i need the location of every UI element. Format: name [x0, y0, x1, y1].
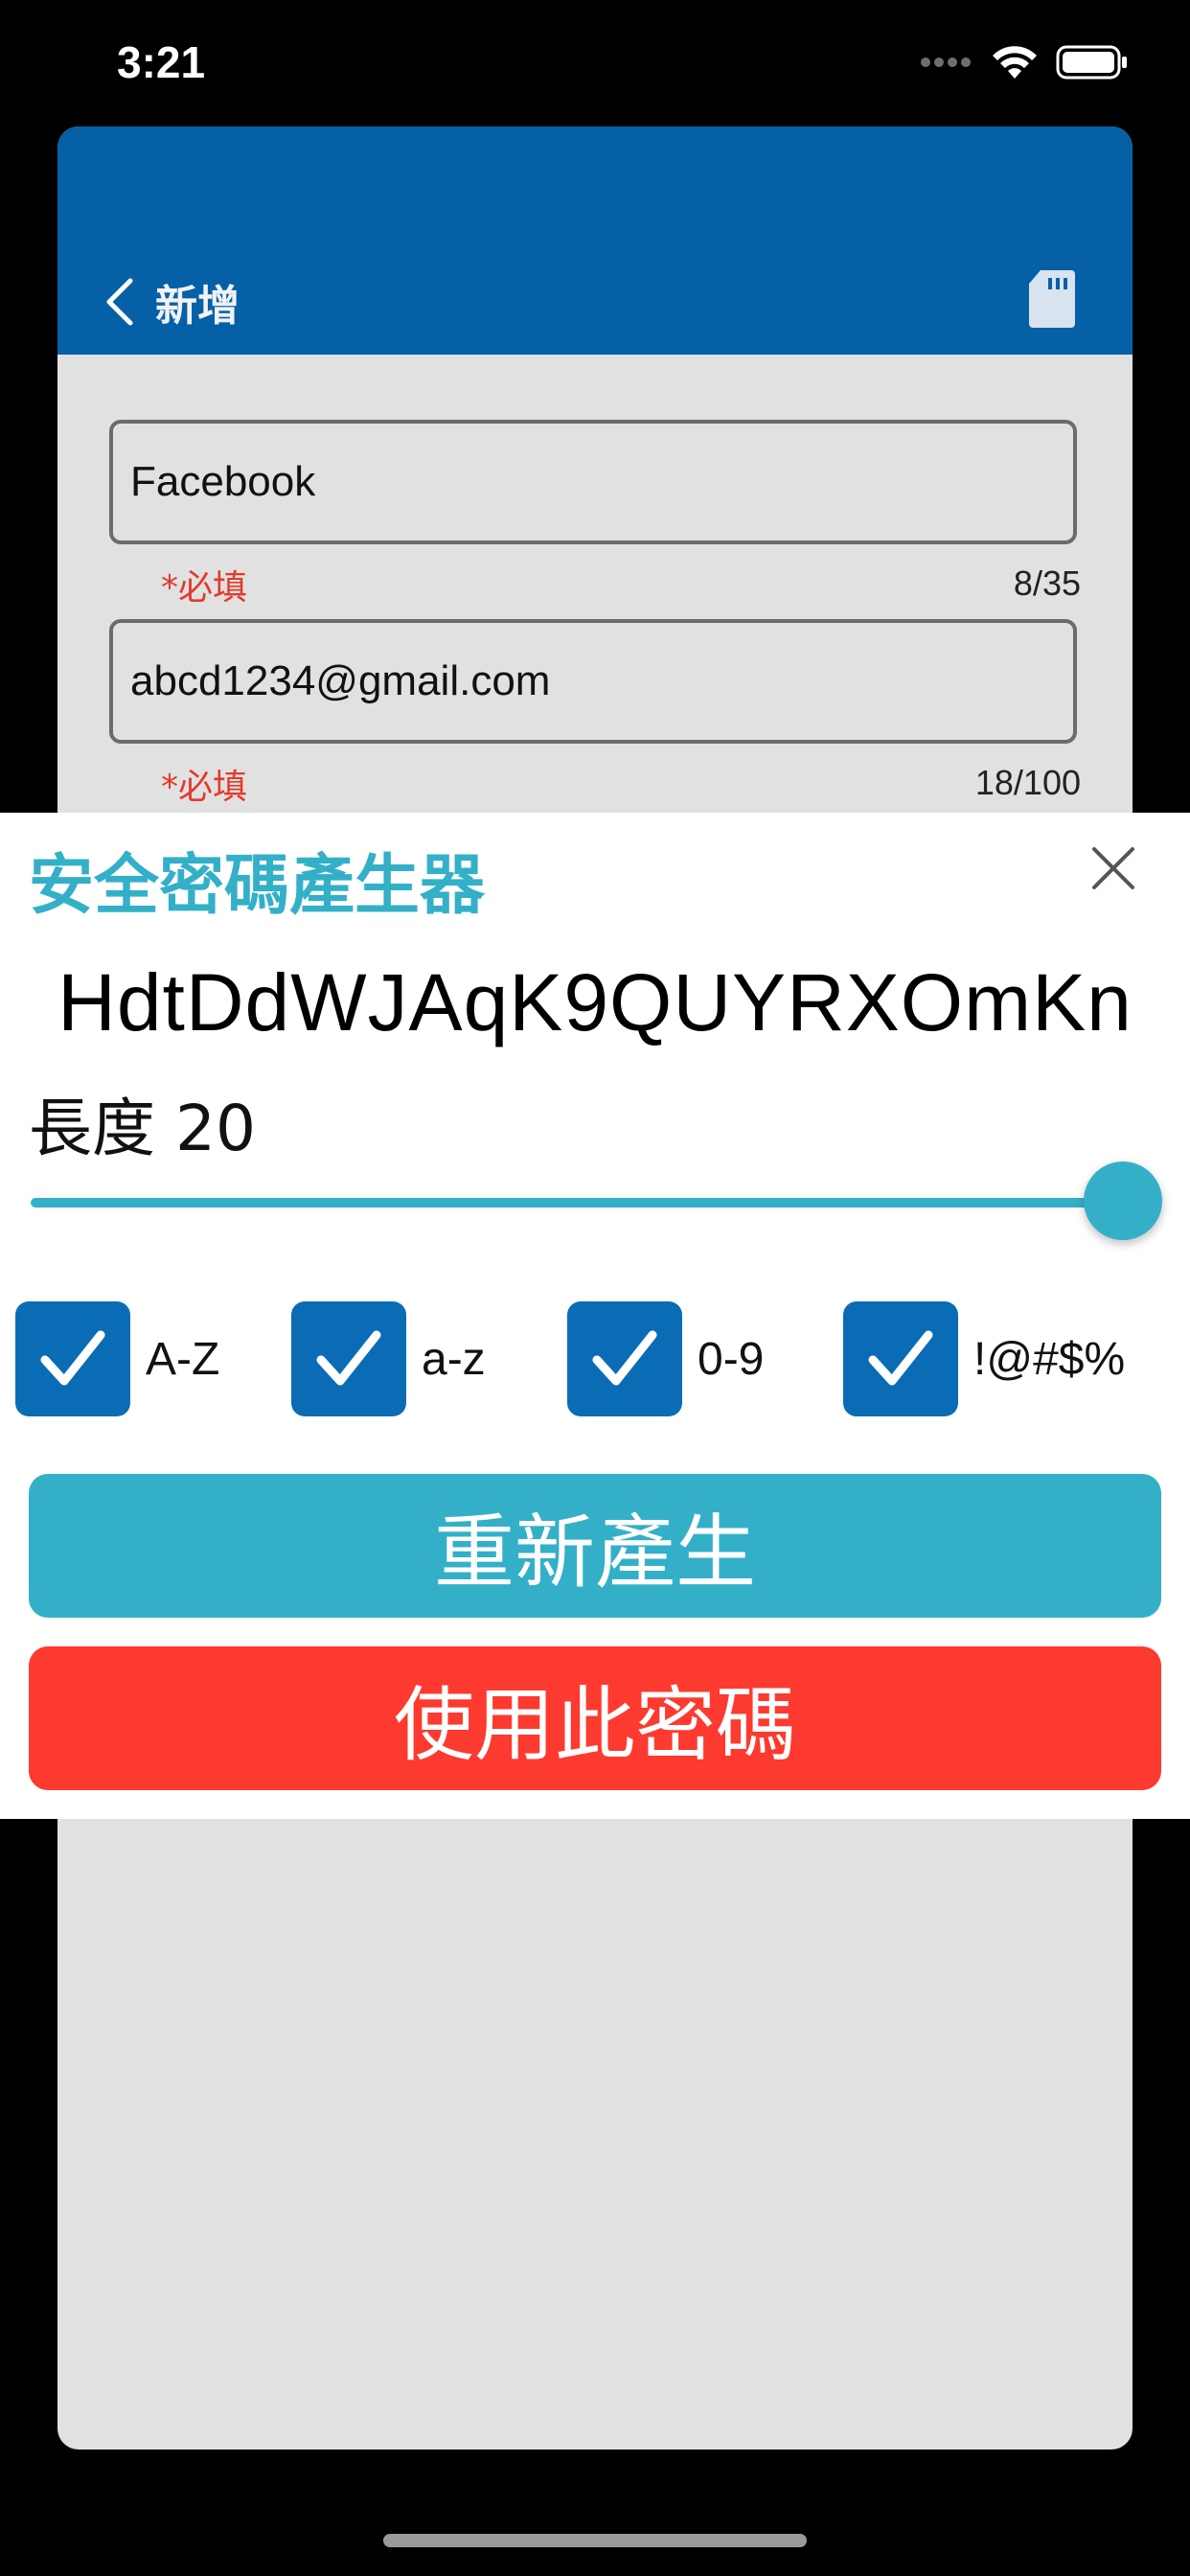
- close-icon[interactable]: [1087, 841, 1140, 895]
- site-name-field[interactable]: [109, 420, 1077, 544]
- app-screen: 3:21 新增 Facebook *必填 8/35 abcd1234@gmail…: [0, 0, 1190, 2576]
- status-time: 3:21: [117, 37, 206, 87]
- use-password-button[interactable]: 使用此密碼: [29, 1646, 1161, 1790]
- checkbox-symbols[interactable]: [843, 1301, 958, 1416]
- checkmark-icon: [868, 1330, 933, 1386]
- site-name-required-label: *必填: [161, 568, 248, 608]
- signal-dots-icon: [921, 58, 971, 67]
- status-icons: [920, 38, 1129, 86]
- option-symbols[interactable]: !@#$%: [843, 1301, 1125, 1416]
- account-input[interactable]: [128, 656, 1073, 706]
- sd-card-icon[interactable]: [1027, 268, 1077, 330]
- back-label: 新增: [155, 282, 240, 331]
- option-uppercase-label: A-Z: [146, 1333, 220, 1385]
- length-label: 長度 20: [29, 1092, 256, 1165]
- generator-title: 安全密碼產生器: [29, 848, 486, 924]
- checkmark-icon: [592, 1330, 657, 1386]
- length-slider-track[interactable]: [31, 1198, 1123, 1208]
- length-slider-thumb[interactable]: [1084, 1162, 1162, 1240]
- checkbox-digits[interactable]: [567, 1301, 682, 1416]
- home-indicator[interactable]: [383, 2534, 807, 2547]
- nav-header: 新增: [57, 126, 1133, 355]
- option-digits-label: 0-9: [698, 1333, 765, 1385]
- site-name-counter: 8/35: [1013, 564, 1081, 603]
- generated-password: HdtDdWJAqK9QUYRXOmKn: [57, 957, 1133, 1047]
- option-uppercase[interactable]: A-Z: [15, 1301, 219, 1416]
- account-field[interactable]: [109, 619, 1077, 744]
- password-generator-sheet: 安全密碼產生器 HdtDdWJAqK9QUYRXOmKn 長度 20 A-Z a…: [0, 813, 1190, 1819]
- account-required-label: *必填: [161, 768, 248, 807]
- checkbox-lowercase[interactable]: [291, 1301, 406, 1416]
- back-button[interactable]: 新增: [103, 268, 240, 335]
- checkmark-icon: [40, 1330, 105, 1386]
- option-lowercase[interactable]: a-z: [291, 1301, 486, 1416]
- option-digits[interactable]: 0-9: [567, 1301, 764, 1416]
- chevron-left-icon: [106, 278, 133, 326]
- regenerate-button[interactable]: 重新產生: [29, 1474, 1161, 1618]
- checkmark-icon: [316, 1330, 381, 1386]
- option-symbols-label: !@#$%: [973, 1333, 1126, 1385]
- option-lowercase-label: a-z: [422, 1333, 486, 1385]
- site-name-input[interactable]: [128, 457, 1073, 507]
- battery-icon: [1056, 45, 1127, 80]
- checkbox-uppercase[interactable]: [15, 1301, 130, 1416]
- account-counter: 18/100: [974, 763, 1081, 802]
- wifi-icon: [993, 46, 1037, 79]
